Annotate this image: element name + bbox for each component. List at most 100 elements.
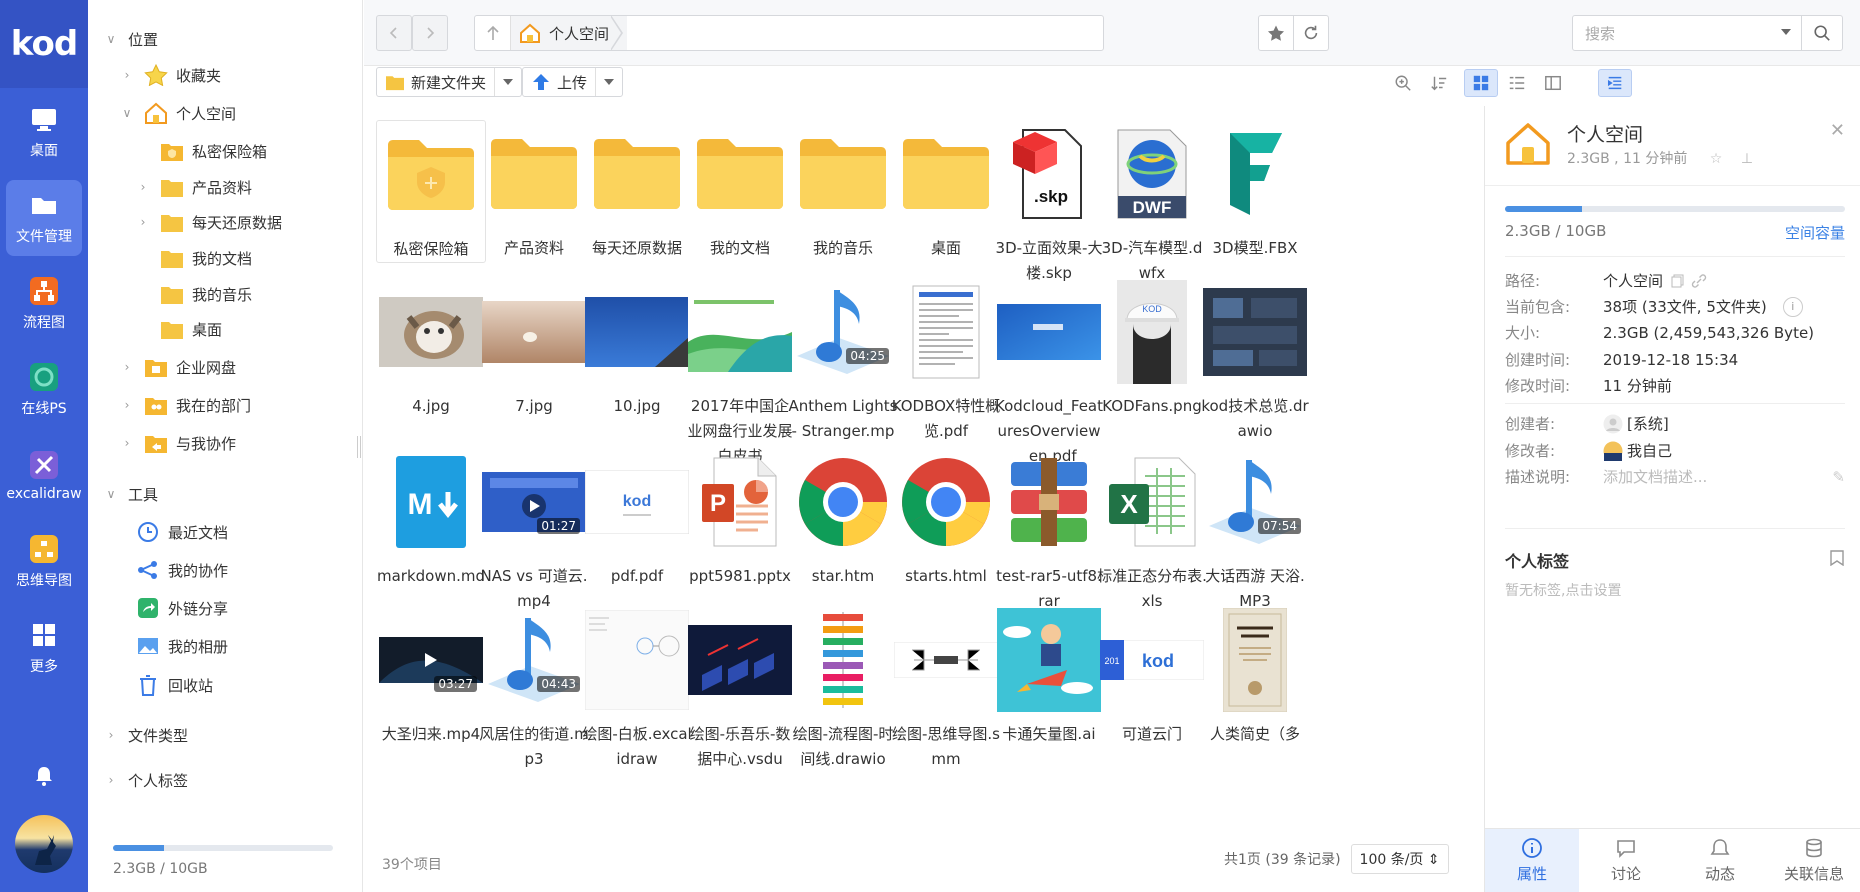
tags-empty[interactable]: 暂无标签,点击设置 [1505,580,1621,600]
avatar[interactable] [15,815,73,873]
new-folder-button[interactable]: 新建文件夹 [376,67,523,97]
kod-logo[interactable]: kod [0,0,88,88]
tab-discussion[interactable]: 讨论 [1579,829,1673,892]
view-list-button[interactable] [1500,69,1534,97]
file-item[interactable]: 桌面 [891,120,1001,261]
file-item[interactable]: 绘图-乐吾乐-数据中心.vsdu [685,606,795,772]
back-button[interactable] [376,15,412,51]
toggle-info-panel-button[interactable] [1598,69,1632,97]
tool-collab[interactable]: 我的协作 [136,553,228,587]
file-item[interactable]: 2017年中国企业网盘行业发展白皮书 [685,278,795,469]
file-item[interactable]: 绘图-思维导图.smm [891,606,1001,772]
search-input[interactable]: 搜索 [1572,15,1802,51]
file-item[interactable]: Pppt5981.pptx [685,448,795,589]
nav-more[interactable]: 更多 [6,610,82,686]
tree-item-music[interactable]: 我的音乐 [136,277,252,311]
file-item[interactable]: 绘图-流程图-时间线.drawio [788,606,898,772]
tree-item-safe[interactable]: 私密保险箱 [136,134,267,168]
file-item[interactable]: 我的文档 [685,120,795,261]
file-item[interactable]: test-rar5-utf8.rar [994,448,1104,614]
tree-item-restore[interactable]: › 每天还原数据 [136,205,282,239]
file-item[interactable]: 7.jpg [479,278,589,419]
tool-recycle-bin[interactable]: 回收站 [136,668,213,702]
dropdown-caret-icon[interactable] [1781,29,1791,35]
file-item[interactable]: KOD KODFans.png [1097,278,1207,419]
star-outline-icon[interactable]: ☆ [1710,151,1723,167]
close-icon[interactable]: ✕ [1830,120,1845,141]
file-item[interactable]: 绘图-白板.excalidraw [582,606,692,772]
tree-file-types[interactable]: › 文件类型 [104,718,188,752]
upload-dropdown[interactable] [596,79,622,85]
file-item[interactable]: 我的音乐 [788,120,898,261]
tab-properties[interactable]: 属性 [1485,829,1579,892]
refresh-button[interactable] [1293,15,1329,51]
tab-related[interactable]: 关联信息 [1767,829,1860,892]
edit-pencil-icon[interactable]: ✎ [1832,468,1845,486]
tree-collaborate[interactable]: › 与我协作 [120,426,236,460]
description-input[interactable]: 添加文档描述... [1603,466,1832,487]
file-item[interactable]: 卡通矢量图.ai [994,606,1104,747]
up-level-button[interactable] [475,16,511,50]
prop-description[interactable]: 描述说明: 添加文档描述... ✎ [1505,466,1845,487]
file-item[interactable]: 01:27 NAS vs 可道云.mp4 [479,448,589,614]
file-item[interactable]: 每天还原数据 [582,120,692,261]
tree-item-desktop[interactable]: 桌面 [136,312,222,346]
nav-file-manager[interactable]: 文件管理 [6,180,82,256]
tool-share-link[interactable]: 外链分享 [136,591,228,625]
tree-my-department[interactable]: › 我在的部门 [120,388,251,422]
link-icon[interactable] [1691,273,1707,288]
file-item[interactable]: 产品资料 [479,120,589,261]
bell-icon[interactable] [32,764,56,788]
upload-button[interactable]: 上传 [522,67,624,97]
tree-tools-header[interactable]: ∨ 工具 [104,477,158,511]
file-item[interactable]: 07:54 大话西游 天浴.MP3 [1200,448,1310,614]
nav-excalidraw[interactable]: excalidraw [6,438,82,514]
file-item[interactable]: KODBOX特性概览.pdf [891,278,1001,444]
tree-personal-space[interactable]: ∨ 个人空间 [120,96,236,130]
nav-desktop[interactable]: 桌面 [6,94,82,170]
file-item[interactable]: 201 kod 可道云门 [1097,606,1207,747]
tree-location-header[interactable]: ∨ 位置 [104,22,158,56]
tool-album[interactable]: 我的相册 [136,629,228,663]
file-item[interactable]: starts.html [891,448,1001,589]
file-item[interactable]: 私密保险箱 [376,120,486,263]
new-menu-dropdown[interactable] [495,79,521,85]
info-icon[interactable]: i [1782,296,1803,317]
panel-resize-handle[interactable] [357,436,361,458]
file-item[interactable]: 人类简史（多 [1200,606,1310,747]
tool-recent[interactable]: 最近文档 [136,515,228,549]
file-item[interactable]: Mmarkdown.md [376,448,486,589]
file-item[interactable]: 10.jpg [582,278,692,419]
zoom-button[interactable] [1386,69,1420,97]
space-capacity-link[interactable]: 空间容量 [1785,222,1845,243]
file-item[interactable]: Kodcloud_FeaturesOverview_en.pdf [994,278,1104,469]
file-item[interactable]: 04:43 风居住的街道.mp3 [479,606,589,772]
nav-online-ps[interactable]: 在线PS [6,352,82,428]
tree-favorites[interactable]: › 收藏夹 [120,58,221,92]
file-item[interactable]: DWF 3D-汽车模型.dwfx [1097,120,1207,286]
copy-icon[interactable] [1671,274,1685,288]
file-item[interactable]: .skp 3D-立面效果-大楼.skp [994,120,1104,286]
per-page-select[interactable]: 100 条/页 ⇕ [1350,844,1449,874]
view-split-button[interactable] [1536,69,1570,97]
storage-quota[interactable]: 2.3GB / 10GB [113,845,333,877]
file-item[interactable]: kod技术总览.drawio [1200,278,1310,444]
file-item[interactable]: star.htm [788,448,898,589]
tree-enterprise-disk[interactable]: › 企业网盘 [120,350,236,384]
address-bar[interactable]: 个人空间 [474,15,1104,51]
tab-activity[interactable]: 动态 [1673,829,1767,892]
forward-button[interactable] [412,15,448,51]
file-item[interactable]: 4.jpg [376,278,486,419]
bookmark-icon[interactable] [1830,550,1844,566]
tree-personal-tags[interactable]: › 个人标签 [104,763,188,797]
nav-flowchart[interactable]: 流程图 [6,266,82,342]
file-item[interactable]: 04:25 Anthem Lights - Stranger.mp [788,278,898,444]
file-item[interactable]: X 标准正态分布表.xls [1097,448,1207,614]
tree-item-docs[interactable]: 我的文档 [136,241,252,275]
file-item[interactable]: 03:27 大圣归来.mp4 [376,606,486,747]
favorite-button[interactable] [1258,15,1294,51]
tree-item-product[interactable]: › 产品资料 [136,170,252,204]
sort-button[interactable] [1422,69,1456,97]
file-item[interactable]: 3D模型.FBX [1200,120,1310,261]
search-button[interactable] [1801,15,1843,51]
